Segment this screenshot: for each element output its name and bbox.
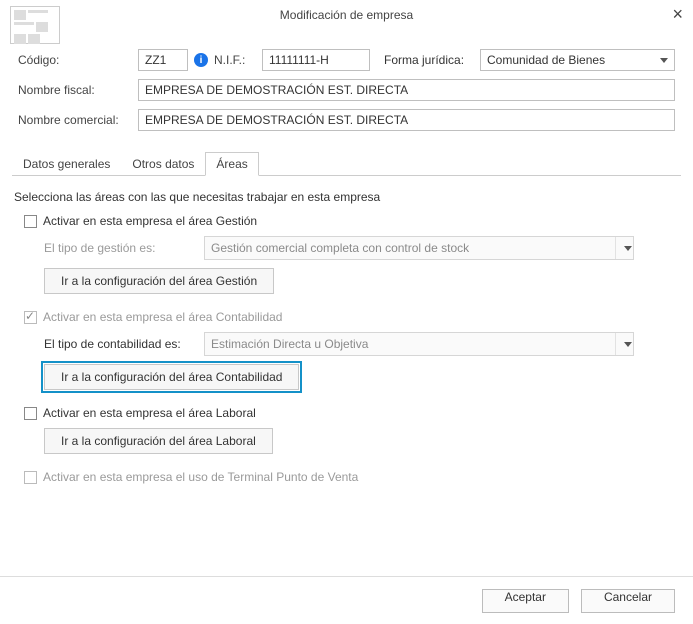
area-contabilidad: Activar en esta empresa el área Contabil… (24, 310, 675, 390)
checkbox-contabilidad (24, 311, 37, 324)
app-logo-icon (10, 6, 60, 44)
codigo-field[interactable]: ZZ1 (138, 49, 188, 71)
forma-juridica-select[interactable]: Comunidad de Bienes (480, 49, 675, 71)
chevron-down-icon (615, 333, 633, 355)
tab-otros-datos[interactable]: Otros datos (121, 152, 205, 176)
label-forma: Forma jurídica: (384, 53, 480, 67)
areas-intro: Selecciona las áreas con las que necesit… (14, 190, 675, 204)
nif-field[interactable]: 11111111-H (262, 49, 370, 71)
header-form: Código: ZZ1 i N.I.F.: 11111111-H Forma j… (0, 30, 693, 144)
gestion-tipo-label: El tipo de gestión es: (44, 241, 204, 255)
nombre-comercial-field[interactable]: EMPRESA DE DEMOSTRACIÓN EST. DIRECTA (138, 109, 675, 131)
forma-juridica-value: Comunidad de Bienes (487, 50, 605, 70)
nombre-fiscal-field[interactable]: EMPRESA DE DEMOSTRACIÓN EST. DIRECTA (138, 79, 675, 101)
label-nombre-comercial: Nombre comercial: (18, 113, 138, 127)
tab-content-areas: Selecciona las áreas con las que necesit… (0, 176, 693, 510)
checkbox-laboral[interactable] (24, 407, 37, 420)
cancel-button[interactable]: Cancelar (581, 589, 675, 613)
info-icon[interactable]: i (194, 53, 208, 67)
contabilidad-config-button[interactable]: Ir a la configuración del área Contabili… (44, 364, 299, 390)
contabilidad-tipo-label: El tipo de contabilidad es: (44, 337, 204, 351)
gestion-tipo-value: Gestión comercial completa con control d… (211, 241, 469, 255)
window-title: Modificación de empresa (0, 0, 693, 30)
area-laboral: Activar en esta empresa el área Laboral … (24, 406, 675, 454)
label-nombre-fiscal: Nombre fiscal: (18, 83, 138, 97)
gestion-tipo-select: Gestión comercial completa con control d… (204, 236, 634, 260)
checkbox-tpv (24, 471, 37, 484)
dialog-footer: Aceptar Cancelar (0, 576, 693, 624)
label-codigo: Código: (18, 53, 138, 67)
area-tpv: Activar en esta empresa el uso de Termin… (24, 470, 675, 484)
area-gestion: Activar en esta empresa el área Gestión … (24, 214, 675, 294)
dialog-window: Modificación de empresa × Código: ZZ1 i … (0, 0, 693, 624)
checkbox-gestion[interactable] (24, 215, 37, 228)
checkbox-tpv-label: Activar en esta empresa el uso de Termin… (43, 470, 358, 484)
chevron-down-icon (615, 237, 633, 259)
checkbox-contabilidad-label: Activar en esta empresa el área Contabil… (43, 310, 282, 324)
title-bar: Modificación de empresa × (0, 0, 693, 30)
tab-datos-generales[interactable]: Datos generales (12, 152, 121, 176)
laboral-config-button[interactable]: Ir a la configuración del área Laboral (44, 428, 273, 454)
checkbox-laboral-label: Activar en esta empresa el área Laboral (43, 406, 256, 420)
close-icon[interactable]: × (672, 4, 683, 25)
accept-button[interactable]: Aceptar (482, 589, 569, 613)
label-nif: N.I.F.: (214, 53, 262, 67)
chevron-down-icon (660, 58, 668, 63)
contabilidad-tipo-select: Estimación Directa u Objetiva (204, 332, 634, 356)
gestion-config-button[interactable]: Ir a la configuración del área Gestión (44, 268, 274, 294)
tab-areas[interactable]: Áreas (205, 152, 258, 176)
checkbox-gestion-label: Activar en esta empresa el área Gestión (43, 214, 257, 228)
tab-bar: Datos generales Otros datos Áreas (12, 150, 681, 176)
contabilidad-tipo-value: Estimación Directa u Objetiva (211, 337, 368, 351)
